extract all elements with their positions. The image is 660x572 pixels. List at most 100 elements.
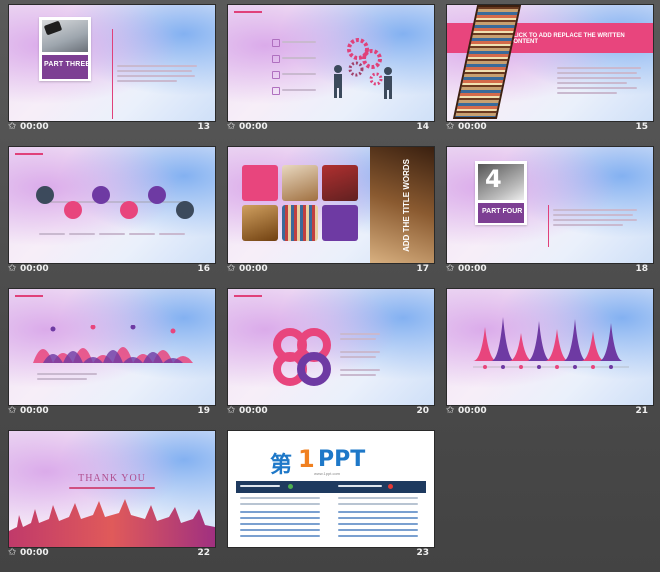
text-line bbox=[557, 67, 641, 69]
link-line bbox=[240, 535, 320, 537]
slide-title: CLICK TO ADD REPLACE THE WRITTEN CONTENT bbox=[509, 33, 625, 45]
header-mark bbox=[234, 295, 262, 297]
text-line bbox=[282, 89, 316, 91]
thank-you-title: THANK YOU bbox=[78, 473, 146, 484]
text-line bbox=[338, 497, 418, 499]
text-line bbox=[557, 92, 617, 94]
slide-time: 00:00 bbox=[20, 122, 49, 132]
slide-time: 00:00 bbox=[239, 264, 268, 274]
slide-footer: ✩ 00:00 21 bbox=[446, 406, 652, 420]
slide-thumbnail-16[interactable] bbox=[8, 146, 216, 264]
link-line bbox=[240, 517, 320, 519]
slide-thumbnail-21[interactable] bbox=[446, 288, 654, 406]
slide-title: ADD THE TITLE WORDS bbox=[402, 159, 411, 252]
star-icon[interactable]: ✩ bbox=[227, 406, 237, 416]
slide-footer: ✩ 00:00 19 bbox=[8, 406, 214, 420]
book-photo-tile bbox=[282, 205, 318, 241]
slide-thumbnail-22[interactable]: THANK YOU bbox=[8, 430, 216, 548]
slide-number: 19 bbox=[197, 406, 210, 416]
text-line bbox=[69, 233, 95, 235]
part-number: 4 bbox=[485, 165, 502, 193]
header-mark bbox=[234, 11, 262, 13]
star-icon[interactable]: ✩ bbox=[227, 264, 237, 274]
text-line bbox=[553, 224, 623, 226]
pink-tile bbox=[242, 165, 278, 201]
slide-thumbnail-14[interactable] bbox=[227, 4, 435, 122]
slide-thumbnail-23[interactable]: 第 1 PPT www.1ppt.com bbox=[227, 430, 435, 548]
slide-number: 18 bbox=[635, 264, 648, 274]
slide-number: 13 bbox=[197, 122, 210, 132]
text-line bbox=[340, 351, 380, 353]
text-line bbox=[340, 374, 376, 376]
text-line bbox=[240, 503, 320, 505]
star-icon[interactable]: ✩ bbox=[227, 122, 237, 132]
star-icon[interactable]: ✩ bbox=[446, 122, 456, 132]
text-line bbox=[117, 75, 195, 77]
slide-thumbnail-19[interactable] bbox=[8, 288, 216, 406]
text-line bbox=[340, 338, 376, 340]
slide-number: 22 bbox=[197, 548, 210, 558]
star-icon[interactable]: ✩ bbox=[8, 122, 18, 132]
slide-footer: ✩ 00:00 13 bbox=[8, 122, 214, 136]
wave-area-illustration bbox=[33, 325, 193, 363]
slide-footer: ✩ 00:00 18 bbox=[446, 264, 652, 278]
slide-number: 16 bbox=[197, 264, 210, 274]
text-line bbox=[117, 65, 197, 67]
link-line bbox=[240, 523, 320, 525]
logo-cn: 第 bbox=[270, 453, 293, 478]
slide-footer: ✩ 00:00 17 bbox=[227, 264, 433, 278]
list-icon bbox=[272, 71, 280, 79]
text-line bbox=[338, 503, 418, 505]
slide-footer: ✩ 00:00 15 bbox=[446, 122, 652, 136]
link-line bbox=[240, 529, 320, 531]
rules-header-bar bbox=[236, 481, 426, 493]
book-photo-tile bbox=[322, 165, 358, 201]
divider bbox=[548, 205, 549, 247]
text-line bbox=[282, 73, 316, 75]
star-icon[interactable]: ✩ bbox=[8, 264, 18, 274]
star-icon[interactable]: ✩ bbox=[8, 548, 18, 558]
star-icon[interactable]: ✩ bbox=[446, 264, 456, 274]
text-line bbox=[340, 369, 380, 371]
text-line bbox=[240, 485, 280, 487]
slide-thumbnail-18[interactable]: 4 PART FOUR bbox=[446, 146, 654, 264]
part-title: PART THREE bbox=[44, 61, 91, 68]
text-line bbox=[557, 87, 637, 89]
text-line bbox=[99, 233, 125, 235]
text-line bbox=[340, 356, 376, 358]
slide-number: 23 bbox=[416, 548, 429, 558]
spike-timeline-illustration bbox=[473, 317, 629, 369]
slide-thumbnail-15[interactable]: CLICK TO ADD REPLACE THE WRITTEN CONTENT bbox=[446, 4, 654, 122]
text-line bbox=[557, 77, 641, 79]
slide-time: 00:00 bbox=[458, 406, 487, 416]
slide-thumbnail-13[interactable]: PART THREE bbox=[8, 4, 216, 122]
slide-footer: ✩ 00:00 22 bbox=[8, 548, 214, 562]
star-icon[interactable]: ✩ bbox=[446, 406, 456, 416]
header-mark bbox=[15, 295, 43, 297]
link-line bbox=[338, 535, 418, 537]
part-title: PART FOUR bbox=[482, 208, 523, 215]
text-line bbox=[240, 497, 320, 499]
slide-footer: 23 bbox=[227, 548, 433, 562]
text-line bbox=[553, 219, 637, 221]
book-photo-tile bbox=[242, 205, 278, 241]
slide-thumbnail-20[interactable] bbox=[227, 288, 435, 406]
circle-timeline bbox=[36, 186, 194, 219]
slide-footer: ✩ 00:00 16 bbox=[8, 264, 214, 278]
text-line bbox=[159, 233, 185, 235]
slide-footer: ✩ 00:00 20 bbox=[227, 406, 433, 420]
purple-tile bbox=[322, 205, 358, 241]
slide-time: 00:00 bbox=[458, 122, 487, 132]
photo-frame: PART THREE bbox=[39, 17, 91, 81]
book-photo-tile bbox=[282, 165, 318, 201]
slide-number: 17 bbox=[416, 264, 429, 274]
cross-icon bbox=[388, 484, 393, 489]
gears-people-illustration bbox=[334, 38, 392, 99]
text-line bbox=[282, 41, 316, 43]
star-icon[interactable]: ✩ bbox=[8, 406, 18, 416]
text-line bbox=[282, 57, 316, 59]
slide-number: 14 bbox=[416, 122, 429, 132]
logo-digit: 1 bbox=[298, 445, 315, 473]
slide-thumbnail-17[interactable]: ADD THE TITLE WORDS bbox=[227, 146, 435, 264]
slide-time: 00:00 bbox=[458, 264, 487, 274]
